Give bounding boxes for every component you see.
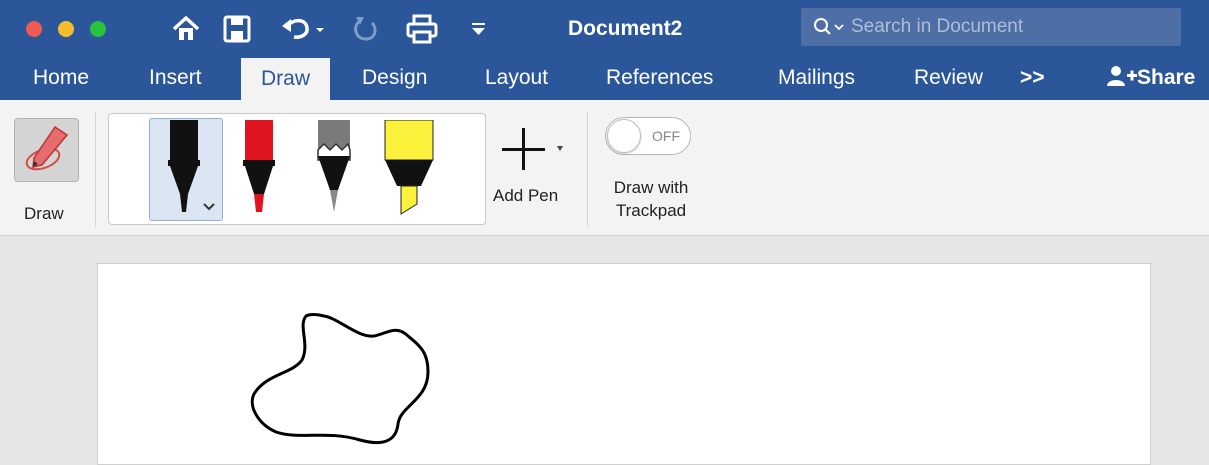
gray-pencil-icon[interactable] — [314, 120, 354, 218]
title-bar: Document2 Search in Document — [0, 0, 1209, 58]
toggle-knob — [607, 119, 641, 153]
document-page[interactable] — [97, 263, 1151, 465]
draw-tool-label: Draw — [24, 204, 64, 223]
draw-with-trackpad-toggle[interactable]: OFF — [605, 117, 691, 155]
print-icon[interactable] — [405, 13, 439, 45]
document-area — [0, 236, 1209, 465]
home-icon[interactable] — [170, 13, 202, 45]
chevron-down-icon — [557, 146, 563, 151]
ribbon-separator — [95, 112, 96, 227]
draw-with-trackpad-label: Draw with Trackpad — [596, 176, 706, 222]
toggle-state-label: OFF — [652, 128, 680, 144]
search-input[interactable]: Search in Document — [851, 16, 1023, 38]
ribbon-separator — [587, 112, 588, 227]
draw-ribbon: Draw Add Pen OFF Draw with Trackpad — [0, 100, 1209, 236]
share-button[interactable]: Share — [1107, 65, 1195, 90]
search-box[interactable]: Search in Document — [801, 8, 1181, 46]
customize-toolbar-icon[interactable] — [469, 13, 489, 45]
ink-drawing[interactable] — [98, 264, 1150, 464]
add-pen-label: Add Pen — [493, 186, 559, 205]
ribbon-tab-bar: Home Insert Draw Design Layout Reference… — [0, 58, 1209, 100]
minimize-window-button[interactable] — [58, 21, 74, 37]
trackpad-label-line1: Draw with — [613, 178, 689, 197]
draw-pencil-icon — [25, 125, 69, 171]
trackpad-label-line2: Trackpad — [615, 201, 687, 220]
draw-tool-tile — [14, 118, 79, 182]
tab-layout[interactable]: Layout — [485, 66, 548, 90]
tab-design[interactable]: Design — [362, 66, 427, 90]
close-window-button[interactable] — [26, 21, 42, 37]
yellow-highlighter-icon[interactable] — [383, 120, 435, 218]
red-pen-icon[interactable] — [239, 120, 279, 218]
add-person-icon — [1107, 66, 1137, 86]
redo-icon[interactable] — [350, 13, 382, 45]
tab-insert[interactable]: Insert — [149, 66, 202, 90]
maximize-window-button[interactable] — [90, 21, 106, 37]
share-label: Share — [1137, 66, 1196, 89]
draw-tool-button[interactable]: Draw — [10, 118, 80, 230]
more-tabs-button[interactable]: >> — [1020, 66, 1045, 90]
tab-mailings[interactable]: Mailings — [778, 66, 855, 90]
undo-icon[interactable] — [280, 13, 328, 45]
document-title: Document2 — [568, 17, 683, 40]
tab-home[interactable]: Home — [33, 66, 89, 90]
black-pen-icon[interactable] — [164, 120, 220, 218]
add-pen-button[interactable] — [502, 128, 572, 176]
search-icon — [814, 18, 844, 35]
save-icon[interactable] — [222, 13, 252, 45]
tab-draw[interactable]: Draw — [241, 58, 331, 100]
tab-references[interactable]: References — [606, 66, 713, 90]
tab-review[interactable]: Review — [914, 66, 983, 90]
pen-gallery — [108, 113, 486, 225]
